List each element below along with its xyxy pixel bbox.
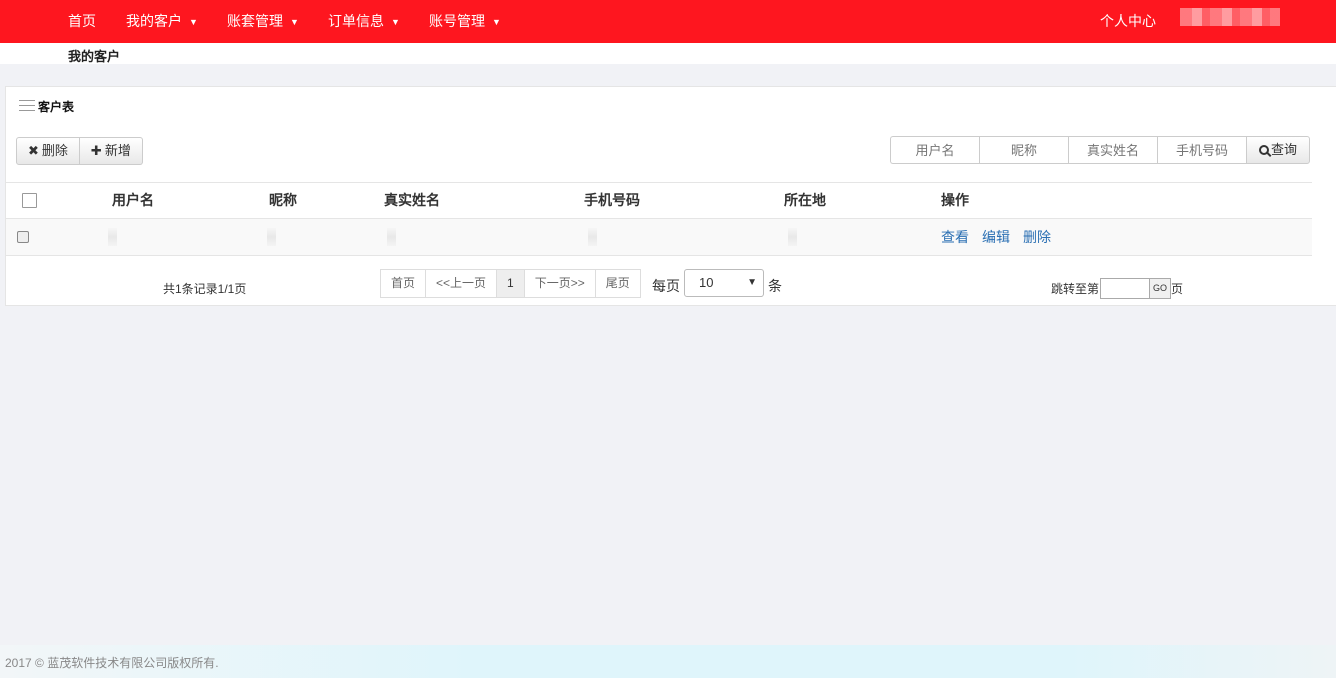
nickname-search-input[interactable] [979, 136, 1068, 164]
jump-unit: 页 [1171, 282, 1184, 296]
username-redacted[interactable] [1180, 8, 1280, 26]
jump-page-input[interactable] [1100, 278, 1150, 299]
toolbar: ✖ 删除 ✚ 新增 [16, 137, 143, 165]
last-page-button[interactable]: 尾页 [595, 269, 641, 298]
panel-title-text: 客户表 [38, 100, 75, 114]
next-page-button[interactable]: 下一页>> [524, 269, 596, 298]
per-page-label: 每页 [652, 278, 680, 294]
pagination: 首页 <<上一页 1 下一页>> 尾页 [380, 269, 641, 298]
pagination-summary: 共1条记录1/1页 [163, 282, 247, 296]
chevron-down-icon: ▼ [747, 277, 757, 288]
caret-down-icon: ▼ [391, 17, 400, 27]
breadcrumb-bar: 我的客户 [0, 43, 1336, 64]
prev-page-button[interactable]: <<上一页 [426, 269, 498, 298]
table-header-row: 用户名 昵称 真实姓名 手机号码 所在地 操作 [6, 183, 1312, 219]
per-page-unit: 条 [768, 278, 782, 294]
realname-search-input[interactable] [1068, 136, 1157, 164]
panel-title: 客户表 [19, 99, 74, 115]
plus-icon: ✚ [90, 143, 102, 158]
delete-button-label: 删除 [41, 143, 68, 158]
list-menu-icon [19, 100, 35, 112]
customer-table: 用户名 昵称 真实姓名 手机号码 所在地 操作 查看 编辑 删除 [6, 182, 1312, 256]
copyright-text: 2017 © 蓝茂软件技术有限公司版权所有. [5, 656, 219, 670]
caret-down-icon: ▼ [189, 17, 198, 27]
jump-label: 跳转至第 [1051, 282, 1100, 296]
top-navbar: 首页 我的客户 ▼ 账套管理 ▼ 订单信息 ▼ 账号管理 ▼ 个人中心 [0, 0, 1336, 43]
phone-cell-redacted [588, 228, 597, 246]
nav-my-customers-label: 我的客户 [126, 13, 182, 29]
nav-account-set-label: 账套管理 [227, 13, 283, 29]
footer: 2017 © 蓝茂软件技术有限公司版权所有. [0, 645, 1336, 678]
nav-account-management-label: 账号管理 [429, 13, 485, 29]
delete-button[interactable]: ✖ 删除 [16, 137, 80, 165]
caret-down-icon: ▼ [492, 17, 501, 27]
per-page-select[interactable]: 10 ▼ [684, 269, 764, 297]
current-page-button[interactable]: 1 [497, 269, 525, 298]
customer-panel: 客户表 ✖删除 ✚新增 查询 用户名 昵称 真实姓名 手机号码 所在地 操作 [5, 86, 1336, 306]
nav-orders-label: 订单信息 [328, 13, 384, 29]
username-search-input[interactable] [890, 136, 979, 164]
view-link[interactable]: 查看 [941, 219, 969, 256]
add-button-label: 新增 [104, 143, 131, 158]
location-cell-redacted [788, 228, 797, 246]
column-header-phone[interactable]: 手机号码 [584, 183, 640, 218]
phone-search-input[interactable] [1157, 136, 1246, 164]
nav-orders[interactable]: 订单信息 ▼ [328, 0, 400, 43]
nav-my-customers[interactable]: 我的客户 ▼ [126, 0, 198, 43]
column-header-realname[interactable]: 真实姓名 [384, 183, 440, 218]
row-delete-link[interactable]: 删除 [1023, 219, 1051, 256]
nav-home-label: 首页 [68, 13, 96, 29]
nickname-cell-redacted [267, 228, 276, 246]
realname-cell-redacted [387, 228, 396, 246]
breadcrumb: 我的客户 [68, 49, 121, 64]
column-header-actions: 操作 [941, 192, 969, 208]
caret-down-icon: ▼ [290, 17, 299, 27]
nav-account-set[interactable]: 账套管理 ▼ [227, 0, 299, 43]
row-checkbox[interactable] [17, 231, 29, 243]
column-header-nickname[interactable]: 昵称 [269, 183, 297, 218]
query-button[interactable]: 查询 [1246, 136, 1310, 164]
nav-home[interactable]: 首页 [68, 0, 96, 43]
search-icon [1258, 145, 1269, 155]
select-all-checkbox[interactable] [22, 193, 37, 208]
go-button[interactable]: GO [1150, 278, 1171, 299]
column-header-location[interactable]: 所在地 [784, 183, 826, 218]
edit-link[interactable]: 编辑 [982, 219, 1010, 256]
table-row: 查看 编辑 删除 [6, 219, 1312, 256]
per-page-value: 10 [699, 275, 714, 290]
query-button-label: 查询 [1270, 142, 1297, 157]
add-button[interactable]: ✚ 新增 [79, 137, 143, 165]
nav-personal-center[interactable]: 个人中心 [1100, 0, 1156, 43]
username-cell-redacted [108, 228, 117, 246]
first-page-button[interactable]: 首页 [380, 269, 427, 298]
search-bar: 查询 [890, 136, 1310, 164]
nav-account-management[interactable]: 账号管理 ▼ [429, 0, 501, 43]
column-header-username[interactable]: 用户名 [112, 183, 154, 218]
nav-personal-center-label: 个人中心 [1100, 13, 1156, 29]
close-icon: ✖ [28, 143, 39, 158]
